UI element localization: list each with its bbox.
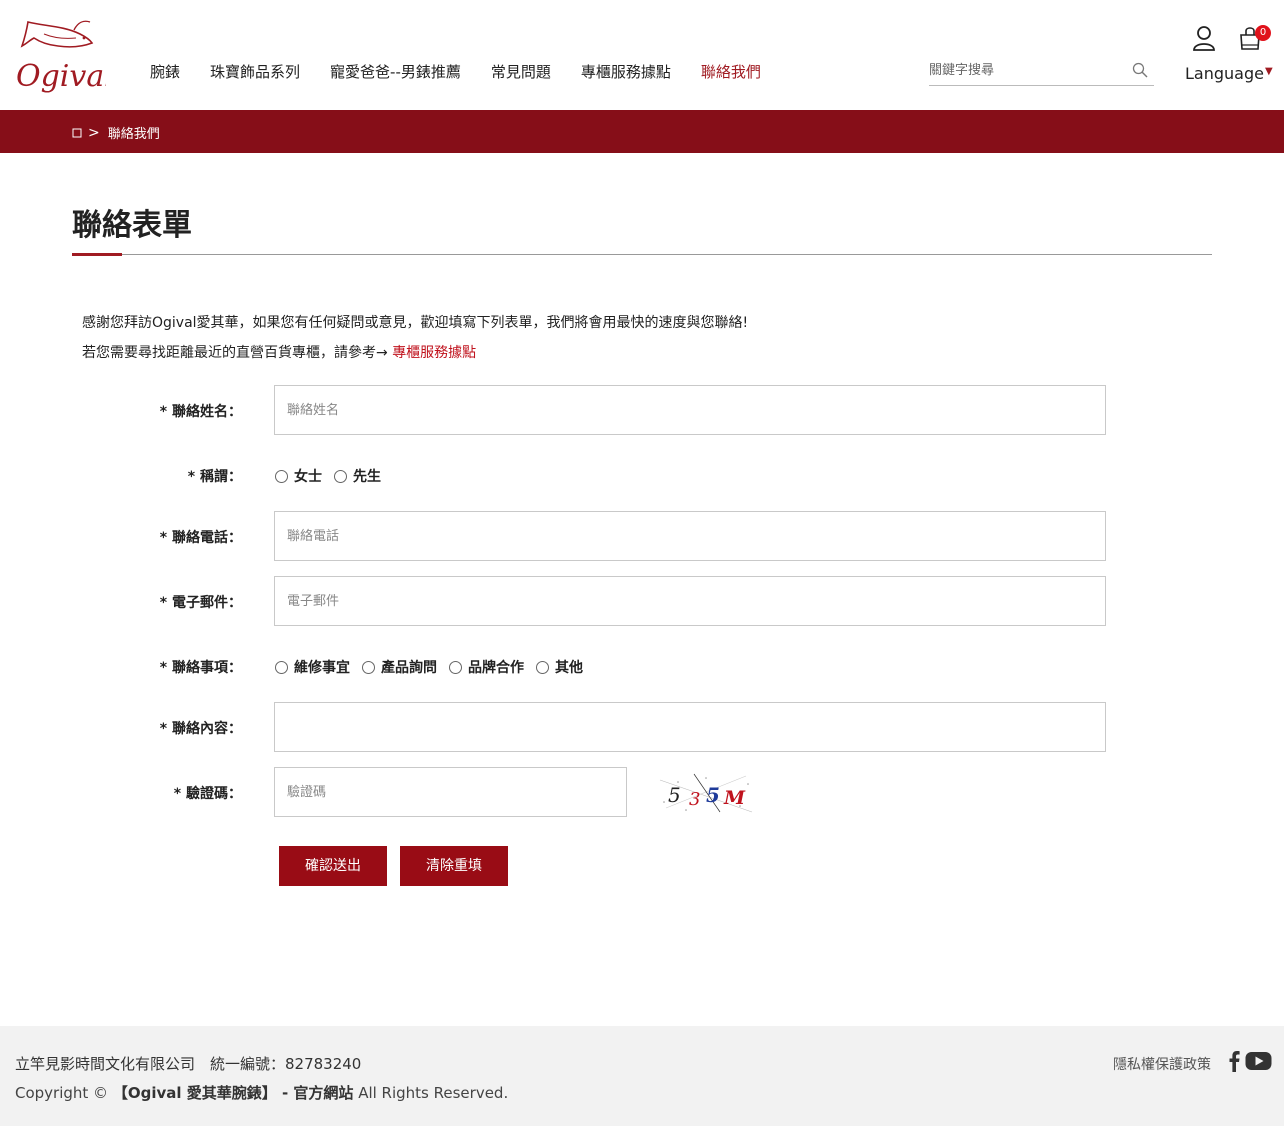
- breadcrumb-current: 聯絡我們: [107, 127, 160, 142]
- privacy-policy-link[interactable]: 隱私權保護政策: [1113, 1054, 1211, 1074]
- phone-label: * 聯絡電話：: [159, 530, 242, 546]
- nav-item-contact[interactable]: 聯絡我們: [701, 61, 761, 82]
- email-field-box: [274, 576, 1106, 626]
- captcha-field-box: [274, 767, 627, 817]
- chevron-down-icon[interactable]: ▼: [1265, 66, 1273, 77]
- radio-product-label: 產品詢問: [381, 660, 437, 676]
- reset-button[interactable]: 清除重填: [400, 846, 508, 886]
- radio-ms-label: 女士: [294, 469, 322, 485]
- site-footer: 立竿見影時間文化有限公司 統一編號：82783240 Copyright © 【…: [0, 1026, 1284, 1126]
- content-field-box: [274, 702, 1106, 752]
- radio-product[interactable]: 產品詢問: [362, 657, 437, 677]
- stores-link[interactable]: 專櫃服務據點: [392, 345, 476, 361]
- youtube-icon[interactable]: [1245, 1050, 1272, 1072]
- intro-line-1: 感謝您拜訪Ogival愛其華，如果您有任何疑問或意見，歡迎填寫下列表單，我們將會…: [82, 315, 749, 331]
- copyright-brand: 【Ogival 愛其華腕錶】 - 官方網站: [112, 1084, 354, 1102]
- email-input[interactable]: [275, 577, 1105, 625]
- search-box: [929, 58, 1154, 86]
- intro-line-2-prefix: 若您需要尋找距離最近的直營百貨專櫃，請參考→: [82, 345, 393, 361]
- radio-repair-label: 維修事宜: [294, 660, 350, 676]
- ogival-logo[interactable]: Ogival: [14, 12, 106, 96]
- radio-other[interactable]: 其他: [536, 657, 583, 677]
- salutation-label: * 稱謂：: [187, 469, 242, 485]
- svg-text:5: 5: [668, 783, 681, 807]
- phone-field-box: [274, 511, 1106, 561]
- captcha-image[interactable]: 5 3 5 M: [656, 772, 756, 814]
- svg-text:5: 5: [706, 783, 720, 807]
- radio-ms[interactable]: 女士: [275, 466, 322, 486]
- search-icon[interactable]: [1132, 62, 1148, 78]
- radio-ms-circle[interactable]: [275, 469, 288, 483]
- svg-text:3: 3: [689, 789, 700, 810]
- captcha-input[interactable]: [275, 768, 626, 816]
- name-label: * 聯絡姓名：: [159, 404, 242, 420]
- copyright-prefix: Copyright ©: [15, 1084, 113, 1102]
- language-selector[interactable]: Language: [1185, 64, 1264, 83]
- nav-item-jewelry[interactable]: 珠寶飾品系列: [210, 61, 300, 82]
- email-label: * 電子郵件：: [159, 595, 242, 611]
- salutation-radio-group: 女士 先生: [275, 466, 393, 486]
- breadcrumb: > 聯絡我們: [72, 123, 160, 142]
- content-label: * 聯絡內容：: [159, 721, 242, 737]
- radio-other-label: 其他: [555, 660, 583, 676]
- nav-item-watches[interactable]: 腕錶: [150, 61, 180, 82]
- home-icon[interactable]: [72, 128, 82, 138]
- radio-mr[interactable]: 先生: [334, 466, 381, 486]
- copyright-suffix: All Rights Reserved.: [353, 1084, 509, 1102]
- radio-other-circle[interactable]: [536, 660, 549, 674]
- main-nav: 腕錶 珠寶飾品系列 寵愛爸爸--男錶推薦 常見問題 專櫃服務據點 聯絡我們: [150, 61, 791, 82]
- breadcrumb-bar: > 聯絡我們: [0, 110, 1284, 153]
- name-field-box: [274, 385, 1106, 435]
- radio-partnership[interactable]: 品牌合作: [449, 657, 524, 677]
- svg-text:Ogival: Ogival: [16, 59, 106, 94]
- svg-text:M: M: [723, 787, 746, 809]
- title-accent-bar: [72, 253, 122, 256]
- submit-button[interactable]: 確認送出: [279, 846, 387, 886]
- radio-partnership-label: 品牌合作: [468, 660, 524, 676]
- intro-line-2: 若您需要尋找距離最近的直營百貨專櫃，請參考→ 專櫃服務據點: [82, 338, 748, 368]
- topic-label: * 聯絡事項：: [159, 660, 242, 676]
- site-header: Ogival 腕錶 珠寶飾品系列 寵愛爸爸--男錶推薦 常見問題 專櫃服務據點 …: [0, 0, 1284, 110]
- search-input[interactable]: [929, 58, 1129, 82]
- nav-item-stores[interactable]: 專櫃服務據點: [581, 61, 671, 82]
- nav-item-faq[interactable]: 常見問題: [491, 61, 551, 82]
- user-icon[interactable]: [1192, 25, 1216, 51]
- captcha-label: * 驗證碼：: [173, 786, 242, 802]
- facebook-icon[interactable]: [1228, 1050, 1240, 1072]
- breadcrumb-separator: >: [88, 124, 100, 141]
- company-info: 立竿見影時間文化有限公司 統一編號：82783240: [15, 1055, 362, 1073]
- radio-mr-circle[interactable]: [334, 469, 347, 483]
- name-input[interactable]: [275, 386, 1105, 434]
- phone-input[interactable]: [275, 512, 1105, 560]
- topic-radio-group: 維修事宜 產品詢問 品牌合作 其他: [275, 657, 595, 677]
- content-textarea[interactable]: [275, 703, 1105, 751]
- radio-partnership-circle[interactable]: [449, 660, 462, 674]
- nav-item-mens-watches[interactable]: 寵愛爸爸--男錶推薦: [330, 61, 461, 82]
- title-divider: [72, 254, 1212, 255]
- radio-repair[interactable]: 維修事宜: [275, 657, 350, 677]
- radio-product-circle[interactable]: [362, 660, 375, 674]
- intro-text: 感謝您拜訪Ogival愛其華，如果您有任何疑問或意見，歡迎填寫下列表單，我們將會…: [82, 308, 748, 368]
- radio-mr-label: 先生: [353, 469, 381, 485]
- radio-repair-circle[interactable]: [275, 660, 288, 674]
- cart-count-badge: 0: [1255, 25, 1271, 41]
- copyright: Copyright © 【Ogival 愛其華腕錶】 - 官方網站 All Ri…: [15, 1082, 508, 1103]
- page-title: 聯絡表單: [72, 208, 192, 243]
